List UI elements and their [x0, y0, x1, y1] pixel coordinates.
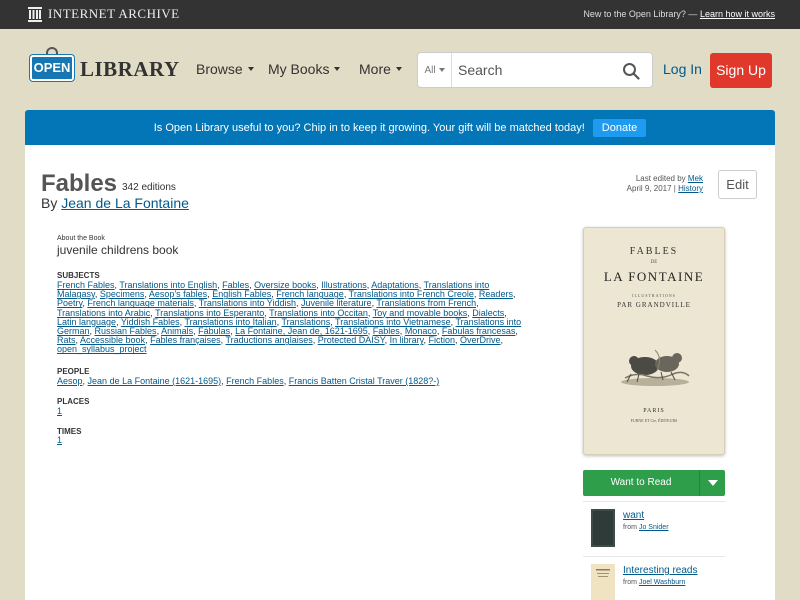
- internet-archive-text: INTERNET ARCHIVE: [48, 6, 180, 21]
- subject-link[interactable]: OverDrive: [460, 335, 501, 345]
- nav-more-label: More: [359, 61, 391, 77]
- cover-illustrations-line: ILLUSTRATIONS: [632, 293, 676, 298]
- person-link[interactable]: Jean de La Fontaine (1621-1695): [88, 376, 222, 386]
- places-list: 1: [57, 406, 522, 416]
- cover-illustrator-line: PAR GRANDVILLE: [617, 301, 691, 309]
- last-edited-date: April 9, 2017 |: [626, 184, 676, 193]
- triangle-down-icon: [707, 480, 718, 486]
- list-owner-link[interactable]: Jo Snider: [639, 524, 669, 531]
- cover-publisher-line: FURNE ET Cie, ÉDITEURS: [630, 418, 678, 423]
- work-title: Fables: [41, 170, 118, 197]
- donate-button[interactable]: Donate: [592, 118, 647, 137]
- last-editor-link[interactable]: Mek: [688, 174, 703, 183]
- cover-city-line: PARIS: [643, 408, 665, 414]
- internet-archive-bar: INTERNET ARCHIVE New to the Open Library…: [0, 0, 800, 29]
- dark-book-icon: [591, 509, 615, 547]
- chevron-down-icon: [395, 67, 402, 71]
- subject-link[interactable]: Traductions anglaises: [225, 335, 312, 345]
- search-icon[interactable]: [622, 62, 640, 80]
- place-link[interactable]: 1: [57, 406, 62, 416]
- history-link[interactable]: History: [678, 184, 703, 193]
- logo-library-text: LIBRARY: [80, 57, 180, 81]
- cover-title-line: FABLES: [629, 246, 679, 257]
- last-edited-prefix: Last edited by: [635, 174, 686, 183]
- nav-more[interactable]: More: [359, 61, 402, 77]
- internet-archive-logo[interactable]: INTERNET ARCHIVE: [28, 6, 180, 22]
- search-input[interactable]: [452, 53, 612, 87]
- subject-link[interactable]: Readers: [479, 289, 513, 299]
- learn-how-link[interactable]: Learn how it works: [700, 9, 775, 19]
- people-heading: PEOPLE: [57, 367, 90, 376]
- chevron-down-icon: [247, 67, 254, 71]
- subject-link[interactable]: Protected DAISY: [318, 335, 385, 345]
- subjects-heading: SUBJECTS: [57, 271, 100, 280]
- list-from-prefix: from: [623, 579, 637, 586]
- edit-button[interactable]: Edit: [718, 170, 757, 199]
- want-to-read-button[interactable]: Want to Read: [583, 470, 699, 496]
- person-link[interactable]: Aesop: [57, 376, 83, 386]
- search-bar: All: [417, 52, 653, 88]
- want-to-read-control: Want to Read: [583, 470, 725, 496]
- byline-by: By: [41, 195, 58, 211]
- work-page: Fables 342 editions By Jean de La Fontai…: [25, 145, 775, 600]
- byline: By Jean de La Fontaine: [41, 195, 189, 211]
- places-heading: PLACES: [57, 397, 90, 406]
- person-link[interactable]: French Fables: [226, 376, 284, 386]
- subject-link[interactable]: open_syllabus_project: [57, 344, 147, 354]
- nav-browse[interactable]: Browse: [196, 61, 254, 77]
- archive-building-icon: [28, 6, 42, 22]
- subjects-list: French Fables, Translations into English…: [57, 280, 522, 355]
- book-cover[interactable]: FABLES DE LA FONTAINE ILLUSTRATIONS PAR …: [583, 227, 725, 455]
- list-owner: from Jo Snider: [623, 524, 669, 531]
- chevron-down-icon: [438, 68, 445, 72]
- search-scope-select[interactable]: All: [418, 53, 452, 87]
- list-name-link[interactable]: Interesting reads: [623, 565, 698, 576]
- author-link[interactable]: Jean de La Fontaine: [61, 195, 189, 211]
- subject-link[interactable]: In library: [390, 335, 424, 345]
- new-prompt-text: New to the Open Library? —: [583, 9, 698, 19]
- donate-banner: Is Open Library useful to you? Chip in t…: [25, 110, 775, 145]
- subject-link[interactable]: Fables françaises: [150, 335, 221, 345]
- times-list: 1: [57, 435, 522, 445]
- nav-browse-label: Browse: [196, 61, 243, 77]
- list-from-prefix: from: [623, 524, 637, 531]
- donate-banner-text: Is Open Library useful to you? Chip in t…: [153, 121, 585, 134]
- site-header: OPEN LIBRARY Browse My Books More All Lo…: [0, 29, 800, 109]
- nav-my-books-label: My Books: [268, 61, 330, 77]
- reading-log-dropdown[interactable]: [699, 470, 725, 496]
- cover-author-line: LA FONTAINE: [603, 269, 705, 284]
- open-library-logo[interactable]: OPEN LIBRARY: [28, 47, 179, 89]
- list-owner: from Joel Washburn: [623, 579, 685, 586]
- cover-de-line: DE: [650, 260, 658, 265]
- person-link[interactable]: Francis Batten Cristal Traver (1828?-): [289, 376, 440, 386]
- about-label: About the Book: [57, 235, 105, 242]
- chevron-down-icon: [334, 67, 341, 71]
- subject-link[interactable]: Fiction: [428, 335, 455, 345]
- search-scope-value: All: [424, 64, 436, 76]
- nav-my-books[interactable]: My Books: [268, 61, 341, 77]
- list-name-link[interactable]: want: [623, 510, 644, 521]
- logo-open-sign: OPEN: [30, 55, 74, 81]
- rats-illustration-icon: [621, 349, 690, 386]
- signup-button[interactable]: Sign Up: [710, 53, 772, 88]
- people-list: Aesop, Jean de La Fontaine (1621-1695), …: [57, 376, 440, 386]
- about-text: juvenile childrens book: [57, 243, 179, 257]
- edition-count: 342 editions: [122, 182, 176, 193]
- list-item[interactable]: want from Jo Snider: [583, 501, 725, 553]
- last-edited-info: Last edited by Mek April 9, 2017 | Histo…: [627, 174, 703, 194]
- list-owner-link[interactable]: Joel Washburn: [639, 579, 685, 586]
- cream-book-icon: [591, 564, 615, 600]
- new-to-open-library: New to the Open Library? — Learn how it …: [583, 9, 775, 19]
- time-link[interactable]: 1: [57, 435, 62, 445]
- login-link[interactable]: Log In: [663, 61, 702, 77]
- list-item[interactable]: Interesting reads from Joel Washburn: [583, 556, 725, 600]
